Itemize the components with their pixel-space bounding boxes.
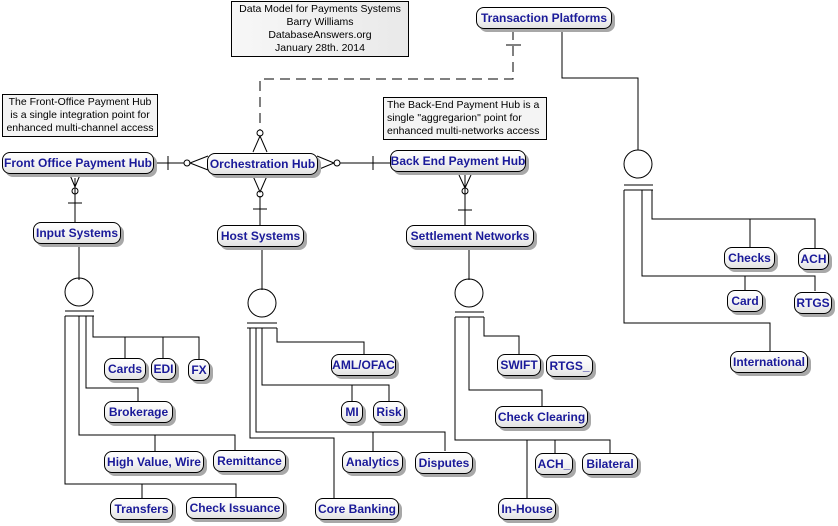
entity-core-banking[interactable]: Core Banking [315,498,399,520]
subtype-line [623,190,771,351]
entity-transaction-platforms[interactable]: Transaction Platforms [476,7,612,29]
entity-rtgs-underscore[interactable]: RTGS_ [546,355,593,377]
subtype-line [249,328,335,498]
entity-card[interactable]: Card [727,290,763,312]
entity-analytics[interactable]: Analytics [342,451,403,473]
author-line: Barry Williams [286,16,354,28]
subtype-line [276,328,365,354]
note-line: The Back-End Payment Hub is a [387,99,540,111]
entity-high-value-wire[interactable]: High Value, Wire [104,451,204,473]
connector-lines [64,30,816,498]
many-marker [316,155,336,171]
relationship-line [561,30,639,150]
subtype-line [454,317,611,454]
subtype-line [641,190,816,291]
subtype-line [92,316,200,359]
entity-cards[interactable]: Cards [104,358,146,380]
entity-ach-underscore[interactable]: ACH_ [535,453,573,475]
subtype-symbol [454,278,484,308]
website-line: DatabaseAnswers.org [268,29,372,41]
subtype-line [78,316,236,451]
subtype-line [483,317,520,354]
entity-in-house[interactable]: In-House [498,498,556,520]
entity-checks[interactable]: Checks [724,247,775,269]
note-line: The Front-Office Payment Hub [8,96,152,108]
title-line: Data Model for Payments Systems [239,3,401,15]
entity-front-office-payment-hub[interactable]: Front Office Payment Hub [2,152,154,174]
entity-disputes[interactable]: Disputes [415,452,473,474]
entity-international[interactable]: International [730,351,808,373]
entity-swift[interactable]: SWIFT [497,354,541,376]
entity-back-end-payment-hub[interactable]: Back End Payment Hub [390,150,526,172]
entity-input-systems[interactable]: Input Systems [33,222,121,244]
date-line: January 28th. 2014 [275,42,365,54]
subtype-line [255,328,446,451]
entity-rtgs[interactable]: RTGS [794,292,832,314]
entity-check-clearing[interactable]: Check Clearing [495,406,588,428]
entity-settlement-networks[interactable]: Settlement Networks [406,225,534,247]
note-line: enhanced multi-channel access [6,122,154,134]
many-marker [188,155,209,171]
entity-ach[interactable]: ACH [798,248,829,270]
entity-transfers[interactable]: Transfers [110,498,173,520]
title-block: Data Model for Payments Systems Barry Wi… [231,1,409,57]
many-marker [252,134,268,153]
entity-remittance[interactable]: Remittance [213,450,286,472]
subtype-line [651,190,816,248]
entity-risk[interactable]: Risk [373,401,405,423]
entity-brokerage[interactable]: Brokerage [104,401,173,423]
er-diagram-canvas: Data Model for Payments Systems Barry Wi… [0,0,838,526]
entity-check-issuance[interactable]: Check Issuance [186,497,284,519]
entity-edi[interactable]: EDI [151,358,176,380]
entity-bilateral[interactable]: Bilateral [582,453,638,475]
entity-aml-ofac[interactable]: AML/OFAC [331,354,396,376]
note-line: is a single integration point for [10,109,150,121]
many-marker [252,175,268,194]
subtype-symbol [64,277,94,307]
note-line: single "aggregarion" point for [387,112,522,124]
back-end-note: The Back-End Payment Hub is a single "ag… [383,97,547,140]
subtype-symbol [623,149,653,179]
entity-host-systems[interactable]: Host Systems [217,225,304,247]
front-office-note: The Front-Office Payment Hub is a single… [2,94,158,137]
subtype-symbol [247,288,277,318]
note-line: enhanced multi-networks access [387,125,540,137]
entity-fx[interactable]: FX [188,359,210,381]
entity-orchestration-hub[interactable]: Orchestration Hub [207,153,318,175]
entity-mi[interactable]: MI [341,401,363,423]
